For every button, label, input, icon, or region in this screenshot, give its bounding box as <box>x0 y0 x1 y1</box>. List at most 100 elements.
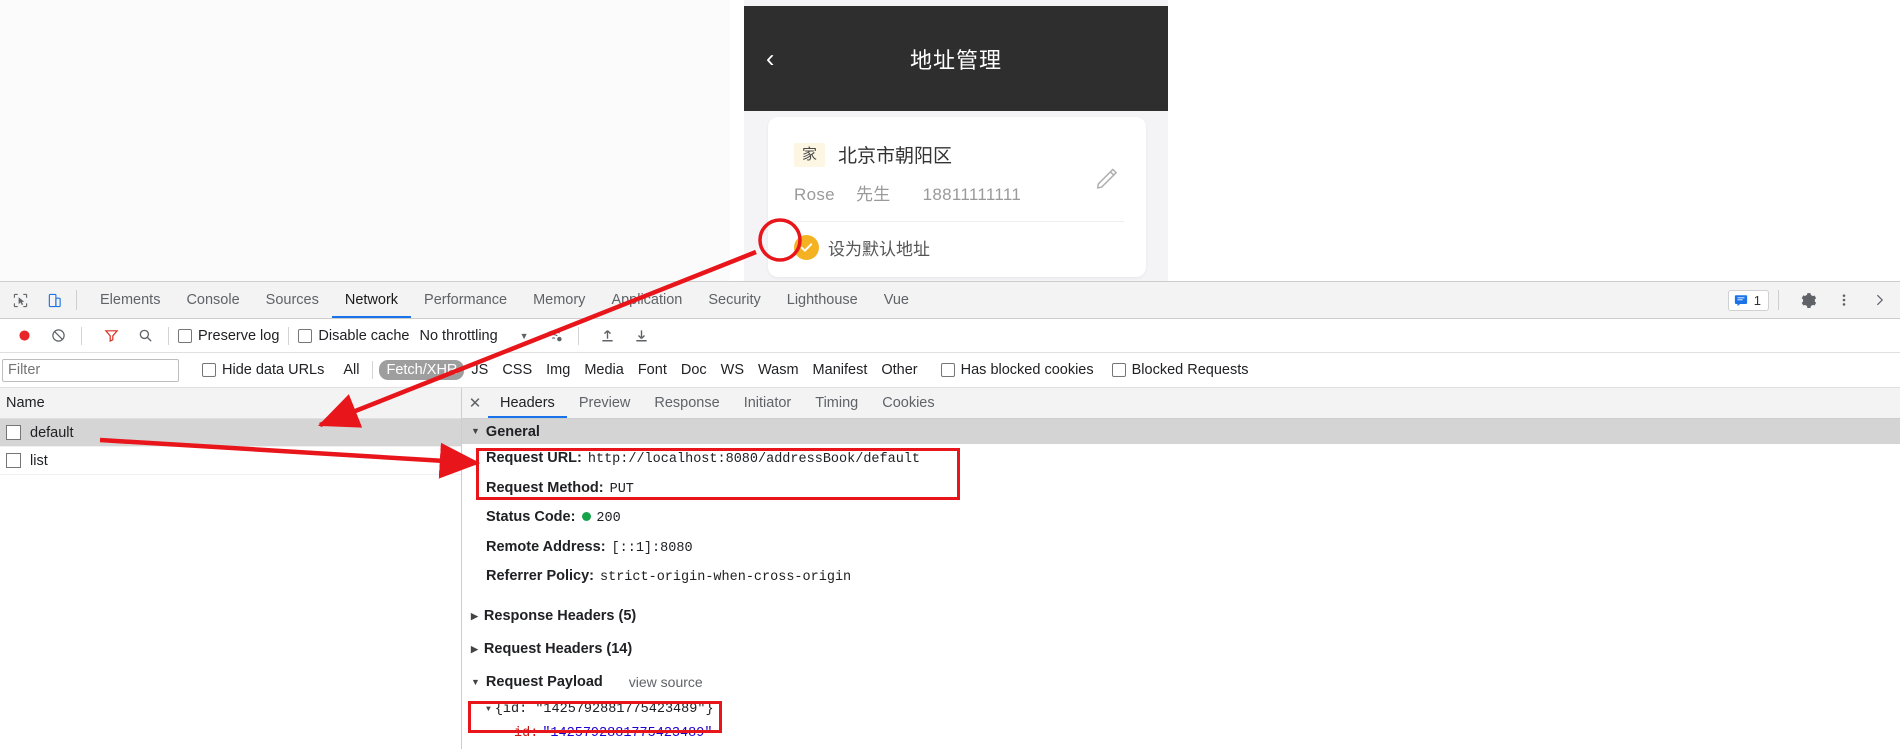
request-payload-label: Request Payload <box>485 674 603 691</box>
device-toolbar-icon[interactable] <box>40 286 68 314</box>
referrer-policy-row: Referrer Policy: strict-origin-when-cros… <box>462 562 1900 592</box>
hide-data-urls-label: Hide data URLs <box>222 362 325 378</box>
checkbox-box <box>940 363 955 377</box>
general-section-header[interactable]: ▼ General <box>462 419 1900 444</box>
checkbox-box <box>202 363 216 377</box>
view-source-link[interactable]: view source <box>629 674 703 690</box>
contact-phone: 18811111111 <box>922 185 1022 204</box>
funnel-icon[interactable] <box>97 322 125 350</box>
tab-security[interactable]: Security <box>695 283 773 318</box>
request-list-column-header[interactable]: Name <box>0 388 461 419</box>
request-method-key: Request Method: <box>486 479 604 496</box>
address-city-text: 北京市朝阳区 <box>838 146 953 167</box>
devtools-panel: Elements Console Sources Network Perform… <box>0 281 1900 749</box>
payload-id-value: "1425792881775423489" <box>542 726 713 742</box>
close-icon[interactable]: ✕ <box>462 389 488 418</box>
phone-viewport: ‹ 地址管理 家 北京市朝阳区 Rose 先生 18811111111 设为默认… <box>744 0 1168 281</box>
magnifier-icon[interactable] <box>131 322 159 350</box>
tab-console[interactable]: Console <box>173 283 252 318</box>
disable-cache-checkbox[interactable]: Disable cache <box>298 328 409 344</box>
row-checkbox[interactable] <box>6 425 21 440</box>
request-payload-section[interactable]: ▼ Request Payload view source <box>462 669 1900 695</box>
table-row[interactable]: default <box>0 419 461 447</box>
page-background-right <box>1168 0 1900 281</box>
payload-collapsed-row[interactable]: ▼ {id: "1425792881775423489"} <box>462 700 1900 720</box>
download-har-icon[interactable] <box>628 322 656 350</box>
status-code-row: Status Code: 200 <box>462 503 1900 533</box>
network-conditions-icon[interactable] <box>541 322 569 350</box>
request-url-value: http://localhost:8080/addressBook/defaul… <box>587 452 921 467</box>
tab-elements[interactable]: Elements <box>87 283 173 318</box>
filter-type-wasm[interactable]: Wasm <box>751 360 806 380</box>
set-default-row[interactable]: 设为默认地址 <box>794 235 930 260</box>
filter-type-font[interactable]: Font <box>631 360 674 380</box>
card-divider <box>790 221 1124 222</box>
tab-initiator[interactable]: Initiator <box>732 389 804 418</box>
chevron-right-icon[interactable] <box>1866 286 1894 314</box>
pencil-icon[interactable] <box>1094 165 1120 191</box>
inspect-cursor-icon[interactable] <box>6 286 34 314</box>
triangle-right-icon: ▶ <box>471 643 478 654</box>
tab-lighthouse[interactable]: Lighthouse <box>774 283 871 318</box>
tab-application[interactable]: Application <box>598 283 695 318</box>
tab-headers[interactable]: Headers <box>488 389 567 418</box>
kebab-menu-icon[interactable] <box>1830 286 1858 314</box>
filter-type-img[interactable]: Img <box>539 360 577 380</box>
contact-honorific: 先生 <box>855 185 891 204</box>
tab-vue[interactable]: Vue <box>871 283 922 318</box>
disable-cache-label: Disable cache <box>318 327 410 344</box>
issues-badge[interactable]: 1 <box>1727 289 1769 311</box>
devtools-tabbar-actions: 1 <box>1727 282 1894 318</box>
set-default-label: 设为默认地址 <box>828 240 930 259</box>
clear-no-entry-icon[interactable] <box>44 322 72 350</box>
tab-performance[interactable]: Performance <box>411 283 520 318</box>
filter-type-css[interactable]: CSS <box>495 360 539 380</box>
tab-preview[interactable]: Preview <box>567 389 643 418</box>
filter-type-manifest[interactable]: Manifest <box>806 360 875 380</box>
filter-type-doc[interactable]: Doc <box>674 360 714 380</box>
address-card[interactable]: 家 北京市朝阳区 Rose 先生 18811111111 设为默认地址 <box>768 117 1146 277</box>
tab-sources[interactable]: Sources <box>253 283 332 318</box>
filter-type-ws[interactable]: WS <box>714 360 751 380</box>
has-blocked-cookies-checkbox[interactable]: Has blocked cookies <box>940 362 1094 378</box>
tab-cookies[interactable]: Cookies <box>870 389 946 418</box>
payload-object-preview: {id: "1425792881775423489"} <box>494 701 714 717</box>
blocked-requests-checkbox[interactable]: Blocked Requests <box>1111 362 1249 378</box>
remote-address-value: [::1]:8080 <box>611 540 693 556</box>
payload-id-key: id: <box>514 726 539 742</box>
table-row[interactable]: list <box>0 447 461 475</box>
gear-icon[interactable] <box>1794 286 1822 314</box>
tab-memory[interactable]: Memory <box>520 283 598 318</box>
request-detail-tabs: ✕ Headers Preview Response Initiator Tim… <box>462 388 1900 419</box>
request-name: list <box>30 452 48 469</box>
request-method-value: PUT <box>609 481 634 497</box>
filter-input[interactable] <box>2 358 179 382</box>
filter-type-media[interactable]: Media <box>577 360 631 380</box>
network-panes: Name default list ✕ Headers Preview Resp… <box>0 388 1900 749</box>
tab-network[interactable]: Network <box>332 283 411 318</box>
filter-type-js[interactable]: JS <box>464 360 495 380</box>
upload-har-icon[interactable] <box>594 322 622 350</box>
response-headers-section[interactable]: ▶ Response Headers (5) <box>462 603 1900 629</box>
chevron-left-icon[interactable]: ‹ <box>766 46 774 71</box>
checkbox-box <box>178 328 192 343</box>
throttling-dropdown[interactable]: No throttling ▼ <box>419 328 528 344</box>
hide-data-urls-checkbox[interactable]: Hide data URLs <box>202 362 324 378</box>
request-headers-section[interactable]: ▶ Request Headers (14) <box>462 636 1900 662</box>
record-circle-icon[interactable] <box>10 322 38 350</box>
triangle-down-icon: ▼ <box>486 704 491 714</box>
remote-address-key: Remote Address: <box>486 538 606 555</box>
preserve-log-checkbox[interactable]: Preserve log <box>178 328 279 344</box>
contact-name: Rose <box>794 185 835 204</box>
address-primary-line: 家 北京市朝阳区 <box>794 141 952 168</box>
filter-type-other[interactable]: Other <box>874 360 924 380</box>
filter-type-fetch-xhr[interactable]: Fetch/XHR <box>379 360 465 380</box>
checkmark-circle-icon[interactable] <box>794 235 819 260</box>
filter-type-all[interactable]: All <box>336 360 366 380</box>
response-headers-label: Response Headers (5) <box>483 608 637 625</box>
tab-timing[interactable]: Timing <box>803 389 870 418</box>
request-url-row: Request URL: http://localhost:8080/addre… <box>462 444 1900 474</box>
chevron-down-icon: ▼ <box>519 330 529 341</box>
row-checkbox[interactable] <box>6 453 21 468</box>
tab-response[interactable]: Response <box>642 389 731 418</box>
